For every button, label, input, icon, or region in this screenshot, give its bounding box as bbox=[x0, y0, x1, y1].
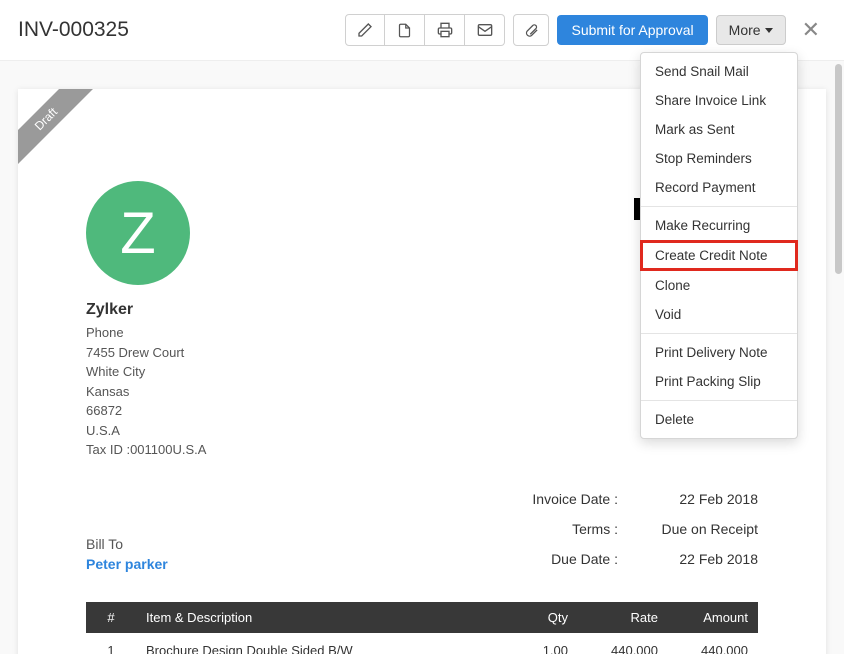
status-badge: Draft bbox=[18, 89, 97, 169]
meta-due-date: Due Date : 22 Feb 2018 bbox=[478, 544, 758, 574]
paperclip-icon bbox=[524, 23, 539, 38]
table-row: 1 Brochure Design Double Sided B/W Broch… bbox=[86, 633, 758, 655]
item-number: 1 bbox=[86, 633, 136, 655]
more-label: More bbox=[729, 22, 761, 38]
bill-to-block: Bill To Peter parker bbox=[86, 536, 168, 574]
company-state: Kansas bbox=[86, 382, 386, 402]
pdf-button[interactable] bbox=[385, 14, 425, 46]
company-street: 7455 Drew Court bbox=[86, 343, 386, 363]
menu-delete[interactable]: Delete bbox=[641, 405, 797, 434]
table-header-row: # Item & Description Qty Rate Amount bbox=[86, 602, 758, 633]
menu-send-snail-mail[interactable]: Send Snail Mail bbox=[641, 57, 797, 86]
scrollbar[interactable] bbox=[835, 64, 842, 274]
meta-terms: Terms : Due on Receipt bbox=[478, 514, 758, 544]
menu-separator bbox=[641, 333, 797, 334]
print-icon bbox=[437, 22, 453, 38]
print-button[interactable] bbox=[425, 14, 465, 46]
menu-clone[interactable]: Clone bbox=[641, 271, 797, 300]
item-qty: 1.00 bbox=[488, 633, 578, 655]
mail-button[interactable] bbox=[465, 14, 505, 46]
menu-print-packing-slip[interactable]: Print Packing Slip bbox=[641, 367, 797, 396]
more-button[interactable]: More bbox=[716, 15, 786, 45]
col-rate: Rate bbox=[578, 602, 668, 633]
company-phone: Phone bbox=[86, 323, 386, 343]
icon-button-group bbox=[345, 14, 505, 46]
company-country: U.S.A bbox=[86, 421, 386, 441]
menu-create-credit-note[interactable]: Create Credit Note bbox=[640, 240, 798, 271]
item-rate: 440.000 bbox=[578, 633, 668, 655]
bill-to-label: Bill To bbox=[86, 536, 168, 552]
col-number: # bbox=[86, 602, 136, 633]
menu-mark-as-sent[interactable]: Mark as Sent bbox=[641, 115, 797, 144]
item-name: Brochure Design Double Sided B/W bbox=[146, 643, 478, 655]
menu-stop-reminders[interactable]: Stop Reminders bbox=[641, 144, 797, 173]
close-button[interactable]: ✕ bbox=[796, 15, 826, 45]
edit-button[interactable] bbox=[345, 14, 385, 46]
chevron-down-icon bbox=[765, 28, 773, 33]
company-city: White City bbox=[86, 362, 386, 382]
meta-label: Terms : bbox=[488, 521, 618, 537]
item-amount: 440.000 bbox=[668, 633, 758, 655]
toolbar: Submit for Approval More ✕ bbox=[345, 14, 826, 46]
submit-approval-button[interactable]: Submit for Approval bbox=[557, 15, 707, 45]
meta-value: 22 Feb 2018 bbox=[618, 551, 758, 567]
mail-icon bbox=[477, 22, 493, 38]
menu-make-recurring[interactable]: Make Recurring bbox=[641, 211, 797, 240]
attach-button[interactable] bbox=[513, 14, 549, 46]
invoice-number: INV-000325 bbox=[18, 18, 129, 42]
meta-value: Due on Receipt bbox=[618, 521, 758, 537]
item-description-cell: Brochure Design Double Sided B/W Brochur… bbox=[136, 633, 488, 655]
company-block: Z Zylker Phone 7455 Drew Court White Cit… bbox=[86, 181, 386, 460]
meta-label: Due Date : bbox=[488, 551, 618, 567]
col-amount: Amount bbox=[668, 602, 758, 633]
more-dropdown-menu: Send Snail Mail Share Invoice Link Mark … bbox=[640, 52, 798, 439]
menu-record-payment[interactable]: Record Payment bbox=[641, 173, 797, 202]
line-items-table: # Item & Description Qty Rate Amount 1 B… bbox=[86, 602, 758, 655]
pencil-icon bbox=[357, 22, 373, 38]
invoice-meta: Invoice Date : 22 Feb 2018 Terms : Due o… bbox=[478, 484, 758, 574]
menu-separator bbox=[641, 206, 797, 207]
menu-void[interactable]: Void bbox=[641, 300, 797, 329]
menu-separator bbox=[641, 400, 797, 401]
bill-to-customer-link[interactable]: Peter parker bbox=[86, 556, 168, 572]
pdf-icon bbox=[397, 23, 412, 38]
meta-label: Invoice Date : bbox=[488, 491, 618, 507]
company-name: Zylker bbox=[86, 301, 386, 319]
meta-invoice-date: Invoice Date : 22 Feb 2018 bbox=[478, 484, 758, 514]
company-logo: Z bbox=[86, 181, 190, 285]
menu-print-delivery-note[interactable]: Print Delivery Note bbox=[641, 338, 797, 367]
company-taxid: Tax ID :001100U.S.A bbox=[86, 440, 386, 460]
company-zip: 66872 bbox=[86, 401, 386, 421]
col-qty: Qty bbox=[488, 602, 578, 633]
meta-value: 22 Feb 2018 bbox=[618, 491, 758, 507]
status-ribbon: Draft bbox=[18, 89, 98, 169]
col-description: Item & Description bbox=[136, 602, 488, 633]
menu-share-invoice-link[interactable]: Share Invoice Link bbox=[641, 86, 797, 115]
